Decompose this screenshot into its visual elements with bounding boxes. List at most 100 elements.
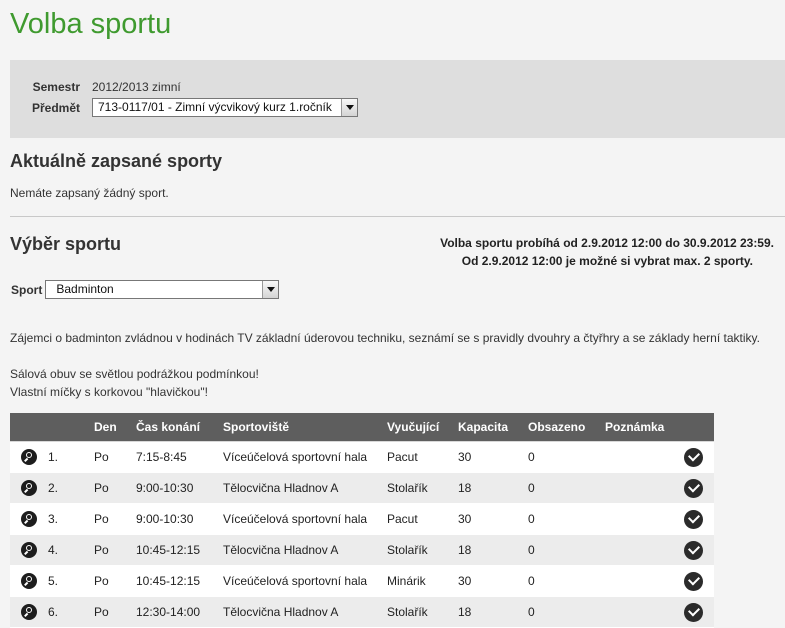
row-obsazeno: 0: [528, 472, 605, 504]
row-cas: 10:45-12:15: [136, 565, 223, 597]
row-kapacita: 30: [458, 441, 528, 473]
row-cas: 12:30-14:00: [136, 596, 223, 628]
row-cas: 9:00-10:30: [136, 503, 223, 535]
row-cas: 10:45-12:15: [136, 534, 223, 566]
check-circle-icon[interactable]: [684, 571, 703, 591]
row-den: Po: [94, 534, 136, 566]
section-divider: [10, 216, 785, 217]
semestr-value: 2012/2013 zimní: [92, 80, 181, 94]
check-circle-icon[interactable]: [684, 478, 703, 498]
sport-select[interactable]: Badminton: [45, 280, 280, 299]
magnifier-icon[interactable]: [21, 511, 37, 527]
check-circle-icon[interactable]: [684, 540, 703, 560]
row-sportoviste: Tělocvična Hladnov A: [223, 596, 387, 628]
row-kapacita: 18: [458, 472, 528, 504]
sport-selection-heading: Výběr sportu: [10, 234, 122, 254]
header-poznamka: Poznámka: [605, 413, 684, 442]
row-cas: 7:15-8:45: [136, 441, 223, 473]
header-vyucujici: Vyučující: [387, 413, 458, 442]
row-poznamka: [605, 534, 684, 566]
check-circle-icon[interactable]: [684, 602, 703, 622]
dropdown-arrow-icon[interactable]: [262, 281, 279, 298]
sport-description: Zájemci o badminton zvládnou v hodinách …: [10, 331, 760, 345]
row-cas: 9:00-10:30: [136, 472, 223, 504]
header-sportoviste: Sportoviště: [223, 413, 387, 442]
row-sportoviste: Víceúčelová sportovní hala: [223, 441, 387, 473]
table-row: 2. Po 9:00-10:30 Tělocvična Hladnov A St…: [10, 472, 714, 504]
row-num: 4.: [48, 534, 94, 566]
predmet-select[interactable]: 713-0117/01 - Zimní výcvikový kurz 1.roč…: [92, 98, 358, 117]
predmet-label: Předmět: [31, 100, 80, 115]
header-cas: Čas konání: [136, 413, 223, 442]
magnifier-icon[interactable]: [21, 573, 37, 589]
dropdown-arrow-icon[interactable]: [341, 99, 357, 116]
row-obsazeno: 0: [528, 596, 605, 628]
row-vyucujici: Pacut: [387, 503, 458, 535]
row-vyucujici: Stolařík: [387, 596, 458, 628]
row-kapacita: 30: [458, 503, 528, 535]
header-den: Den: [94, 413, 136, 442]
check-circle-icon[interactable]: [684, 509, 703, 529]
row-obsazeno: 0: [528, 565, 605, 597]
header-num: [48, 413, 94, 442]
notice-line-2: Od 2.9.2012 12:00 je možné si vybrat max…: [461, 254, 753, 268]
row-poznamka: [605, 472, 684, 504]
header-obsazeno: Obsazeno: [528, 413, 605, 442]
row-num: 1.: [48, 441, 94, 473]
row-sportoviste: Tělocvična Hladnov A: [223, 472, 387, 504]
row-vyucujici: Minárik: [387, 565, 458, 597]
magnifier-icon[interactable]: [21, 542, 37, 558]
row-poznamka: [605, 565, 684, 597]
row-sportoviste: Víceúčelová sportovní hala: [223, 565, 387, 597]
row-vyucujici: Stolařík: [387, 472, 458, 504]
enrollment-notice: Volba sportu probíhá od 2.9.2012 12:00 d…: [400, 234, 774, 270]
row-num: 3.: [48, 503, 94, 535]
row-poznamka: [605, 503, 684, 535]
row-vyucujici: Pacut: [387, 441, 458, 473]
sport-schedule-table: Den Čas konání Sportoviště Vyučující Kap…: [10, 413, 714, 628]
row-obsazeno: 0: [528, 503, 605, 535]
row-den: Po: [94, 472, 136, 504]
filter-panel: Semestr 2012/2013 zimní Předmět 713-0117…: [10, 60, 785, 138]
row-obsazeno: 0: [528, 441, 605, 473]
table-row: 4. Po 10:45-12:15 Tělocvična Hladnov A S…: [10, 534, 714, 566]
sport-note-2: Vlastní míčky s korkovou "hlavičkou"!: [10, 385, 208, 399]
table-row: 3. Po 9:00-10:30 Víceúčelová sportovní h…: [10, 503, 714, 535]
row-sportoviste: Tělocvična Hladnov A: [223, 534, 387, 566]
sport-label: Sport: [11, 282, 43, 297]
sport-select-value: Badminton: [56, 282, 114, 296]
row-poznamka: [605, 441, 684, 473]
row-num: 5.: [48, 565, 94, 597]
magnifier-icon[interactable]: [21, 604, 37, 620]
magnifier-icon[interactable]: [21, 480, 37, 496]
no-sport-message: Nemáte zapsaný žádný sport.: [10, 186, 169, 200]
row-kapacita: 30: [458, 565, 528, 597]
table-row: 1. Po 7:15-8:45 Víceúčelová sportovní ha…: [10, 441, 714, 473]
row-kapacita: 18: [458, 596, 528, 628]
header-action: [684, 413, 714, 442]
page-title: Volba sportu: [10, 8, 172, 40]
table-header-row: Den Čas konání Sportoviště Vyučující Kap…: [10, 413, 714, 442]
row-den: Po: [94, 441, 136, 473]
current-sports-heading: Aktuálně zapsané sporty: [10, 151, 223, 171]
magnifier-icon[interactable]: [21, 449, 37, 465]
row-obsazeno: 0: [528, 534, 605, 566]
sport-filter-row: Sport Badminton: [11, 280, 280, 299]
table-row: 6. Po 12:30-14:00 Tělocvična Hladnov A S…: [10, 596, 714, 628]
semestr-label: Semestr: [32, 80, 80, 94]
row-num: 6.: [48, 596, 94, 628]
sport-note-1: Sálová obuv se světlou podrážkou podmínk…: [10, 367, 259, 381]
predmet-select-value: 713-0117/01 - Zimní výcvikový kurz 1.roč…: [98, 100, 332, 114]
row-den: Po: [94, 565, 136, 597]
check-circle-icon[interactable]: [684, 447, 703, 467]
header-kapacita: Kapacita: [458, 413, 528, 442]
row-kapacita: 18: [458, 534, 528, 566]
table-row: 5. Po 10:45-12:15 Víceúčelová sportovní …: [10, 565, 714, 597]
row-den: Po: [94, 503, 136, 535]
row-den: Po: [94, 596, 136, 628]
row-poznamka: [605, 596, 684, 628]
row-vyucujici: Stolařík: [387, 534, 458, 566]
row-sportoviste: Víceúčelová sportovní hala: [223, 503, 387, 535]
header-detail: [10, 413, 48, 442]
notice-line-1: Volba sportu probíhá od 2.9.2012 12:00 d…: [440, 236, 774, 250]
